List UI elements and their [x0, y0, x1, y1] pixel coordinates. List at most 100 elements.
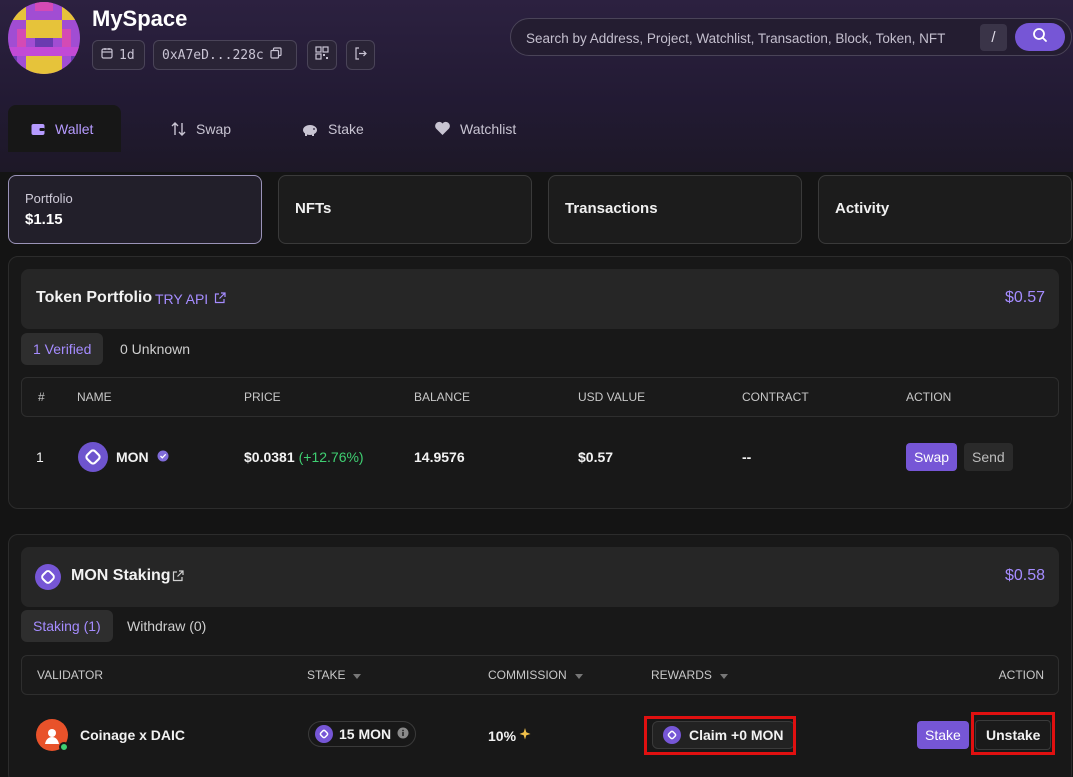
col-commission[interactable]: COMMISSION	[488, 668, 583, 682]
col-usd-value: USD VALUE	[578, 390, 646, 404]
sort-down-icon	[574, 668, 583, 682]
logout-button[interactable]	[346, 40, 375, 70]
avatar[interactable]	[8, 2, 80, 74]
wallet-age-chip: 1d	[92, 40, 145, 70]
activity-card-label: Activity	[835, 200, 890, 217]
search-input[interactable]	[526, 27, 966, 49]
balance-cell: 14.9576	[414, 449, 465, 465]
wallet-address-chip[interactable]: 0xA7eD...228c	[153, 40, 297, 70]
portfolio-card-label: Portfolio	[25, 191, 73, 206]
contract-cell: --	[742, 449, 752, 465]
copy-icon[interactable]	[270, 47, 282, 63]
token-table-header: # NAME PRICE BALANCE USD VALUE CONTRACT …	[21, 377, 1059, 417]
row-index: 1	[36, 449, 44, 465]
col-stake-label: STAKE	[307, 668, 346, 682]
wallet-icon	[30, 121, 46, 137]
tab-unknown[interactable]: 0 Unknown	[108, 333, 202, 365]
verified-badge-icon	[157, 449, 169, 465]
staking-header: MON Staking $0.58	[21, 547, 1059, 607]
staking-total: $0.58	[1004, 567, 1045, 584]
sort-down-icon	[353, 668, 362, 682]
commission-cell: 10%	[488, 727, 532, 744]
qr-code-button[interactable]	[307, 40, 337, 70]
price-change: (+12.76%)	[298, 449, 364, 465]
mon-token-icon	[78, 442, 108, 472]
col-action: ACTION	[906, 390, 952, 404]
external-link-icon[interactable]	[172, 569, 184, 587]
highlight-box	[971, 712, 1055, 755]
qr-code-icon	[315, 46, 329, 64]
col-commission-label: COMMISSION	[488, 668, 567, 682]
token-portfolio-panel: Token Portfolio TRY API $0.57 1 Verified…	[8, 256, 1072, 509]
col-rewards[interactable]: REWARDS	[651, 668, 728, 682]
search-shortcut-key: /	[980, 24, 1007, 51]
swap-arrows-icon	[170, 121, 187, 137]
mon-token-icon	[35, 564, 61, 590]
nfts-card-label: NFTs	[295, 200, 332, 217]
price-cell: $0.0381 (+12.76%)	[244, 449, 364, 465]
mon-token-icon	[315, 725, 333, 743]
tab-staking[interactable]: Staking (1)	[21, 610, 113, 642]
sparkle-icon	[518, 727, 532, 744]
portfolio-card-value: $1.15	[25, 211, 63, 228]
col-stake[interactable]: STAKE	[307, 668, 362, 682]
tab-wallet[interactable]: Wallet	[8, 105, 121, 152]
tab-watchlist-label: Watchlist	[460, 120, 517, 137]
token-price: $0.0381	[244, 449, 295, 465]
tab-stake[interactable]: Stake	[279, 105, 386, 152]
logout-icon	[354, 46, 367, 64]
tab-watchlist[interactable]: Watchlist	[412, 105, 538, 152]
online-status-dot	[59, 742, 69, 752]
piggy-bank-icon	[301, 121, 319, 137]
token-portfolio-total: $0.57	[1004, 289, 1045, 306]
transactions-card[interactable]: Transactions	[548, 175, 802, 244]
search-bar: /	[510, 18, 1072, 56]
info-icon[interactable]	[397, 726, 409, 742]
col-contract: CONTRACT	[742, 390, 809, 404]
col-name: NAME	[77, 390, 112, 404]
try-api-link[interactable]: TRY API	[155, 291, 226, 307]
token-portfolio-title: Token Portfolio	[36, 289, 153, 306]
search-button[interactable]	[1015, 23, 1065, 51]
tab-swap-label: Swap	[196, 120, 232, 137]
tab-stake-label: Stake	[328, 120, 364, 137]
tab-wallet-label: Wallet	[55, 120, 94, 137]
wallet-address-text: 0xA7eD...228c	[162, 47, 264, 63]
tab-withdraw[interactable]: Withdraw (0)	[115, 610, 218, 642]
external-link-icon	[214, 291, 226, 307]
app-title: MySpace	[92, 6, 188, 31]
try-api-label: TRY API	[155, 291, 209, 307]
stake-button[interactable]: Stake	[917, 721, 969, 749]
col-validator: VALIDATOR	[37, 668, 104, 682]
staking-table-header: VALIDATOR STAKE COMMISSION REWARDS ACTIO…	[21, 655, 1059, 695]
search-icon	[1032, 27, 1048, 48]
col-price: PRICE	[244, 390, 281, 404]
nfts-card[interactable]: NFTs	[278, 175, 532, 244]
commission-value: 10%	[488, 727, 517, 744]
heart-icon	[434, 121, 451, 136]
sort-down-icon	[719, 668, 728, 682]
stake-amount-pill: 15 MON	[308, 721, 417, 747]
token-name-cell[interactable]: MON	[78, 442, 169, 472]
activity-card[interactable]: Activity	[818, 175, 1072, 244]
validator-cell[interactable]: Coinage x DAIC	[36, 719, 186, 752]
col-rewards-label: REWARDS	[651, 668, 712, 682]
transactions-card-label: Transactions	[565, 200, 658, 217]
staking-panel: MON Staking $0.58 Staking (1) Withdraw (…	[8, 534, 1072, 777]
staking-title: MON Staking	[71, 567, 171, 584]
validator-name: Coinage x DAIC	[80, 727, 186, 743]
col-balance: BALANCE	[414, 390, 471, 404]
usd-value-cell: $0.57	[578, 449, 614, 465]
token-portfolio-header: Token Portfolio TRY API $0.57	[21, 269, 1059, 329]
col-staking-action: ACTION	[998, 668, 1044, 682]
tab-verified[interactable]: 1 Verified	[21, 333, 104, 365]
col-index: #	[38, 390, 45, 404]
validator-avatar	[36, 719, 69, 752]
send-button[interactable]: Send	[964, 443, 1013, 471]
portfolio-card[interactable]: Portfolio $1.15	[8, 175, 262, 244]
tab-swap[interactable]: Swap	[148, 105, 253, 152]
calendar-icon	[101, 47, 113, 63]
highlight-box	[644, 716, 796, 755]
token-name: MON	[116, 449, 149, 465]
swap-button[interactable]: Swap	[906, 443, 958, 471]
